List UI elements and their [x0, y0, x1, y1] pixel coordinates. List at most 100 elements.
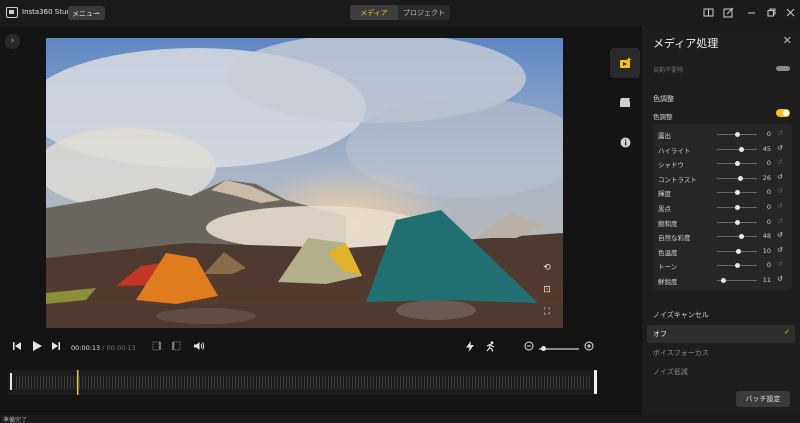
timeline-frame-tick — [325, 376, 326, 389]
adjustment-slider-handle[interactable] — [739, 146, 745, 152]
minimize-icon[interactable] — [746, 7, 757, 18]
timeline-start-handle[interactable] — [10, 373, 12, 390]
reset-icon[interactable]: ↺ — [777, 202, 783, 210]
reset-icon[interactable]: ↺ — [777, 275, 783, 283]
tab-project[interactable]: プロジェクト — [398, 5, 450, 20]
batch-settings-button[interactable]: バッチ設定 — [736, 391, 790, 407]
timeline-frame-tick — [448, 376, 449, 389]
timeline-frame-tick — [145, 376, 146, 389]
mark-out-icon[interactable] — [171, 341, 181, 356]
adjustment-slider-handle[interactable] — [734, 190, 740, 196]
run-icon[interactable] — [485, 341, 496, 357]
timeline-frame-tick — [34, 376, 35, 389]
adjustment-slider-handle[interactable] — [739, 234, 745, 240]
timeline-frame-tick — [229, 376, 230, 389]
timeline-frame-tick — [301, 376, 302, 389]
adjustment-slider-handle[interactable] — [720, 278, 726, 283]
timeline-frame-tick — [208, 376, 209, 389]
adjustment-slider-handle[interactable] — [734, 161, 740, 167]
volume-icon[interactable] — [193, 341, 205, 356]
timeline-frame-tick — [37, 376, 38, 389]
reset-icon[interactable]: ↺ — [777, 173, 783, 181]
timeline-frame-tick — [205, 376, 206, 389]
fullscreen-icon[interactable]: ⛶ — [541, 306, 553, 318]
adjustment-row: 自然な彩度 48 ↺ — [653, 229, 792, 244]
color-toggle[interactable] — [776, 109, 790, 117]
reset-icon[interactable]: ↺ — [777, 231, 783, 239]
media-preview[interactable]: ⟲ ⊡ ⛶ — [46, 38, 563, 328]
adjustment-slider[interactable] — [717, 148, 757, 150]
rotate-icon[interactable]: ⟲ — [541, 262, 553, 274]
adjustment-row: 露出 0 ↺ — [653, 127, 792, 142]
adjustment-slider-handle[interactable] — [734, 132, 740, 137]
reset-icon[interactable]: ↺ — [777, 246, 783, 254]
adjustment-slider-handle[interactable] — [734, 263, 740, 269]
timeline-frame-tick — [421, 376, 422, 389]
noise-option-reduction[interactable]: ノイズ低減 — [647, 363, 795, 381]
reset-icon[interactable]: ↺ — [777, 187, 783, 195]
flash-icon[interactable] — [465, 341, 475, 357]
skip-forward-icon[interactable] — [51, 341, 61, 356]
reset-icon[interactable]: ↺ — [777, 158, 783, 166]
book-icon[interactable] — [703, 7, 714, 18]
auto-remove-toggle[interactable] — [776, 66, 790, 71]
timeline[interactable] — [8, 370, 598, 395]
timeline-frame-tick — [31, 376, 32, 389]
adjustment-slider-handle[interactable] — [734, 219, 740, 225]
reset-icon[interactable]: ↺ — [777, 260, 783, 268]
timeline-frame-tick — [244, 376, 245, 389]
media-process-icon[interactable] — [610, 48, 640, 78]
timeline-frame-tick — [40, 376, 41, 389]
timeline-frame-tick — [232, 376, 233, 389]
timeline-frame-tick — [175, 376, 176, 389]
reset-icon[interactable]: ↺ — [777, 217, 783, 225]
zoom-slider-handle[interactable] — [540, 346, 546, 351]
adjustment-label: 輝度 — [658, 190, 671, 199]
mark-in-icon[interactable] — [152, 341, 162, 356]
timeline-frame-tick — [559, 376, 560, 389]
adjustment-slider-handle[interactable] — [734, 205, 740, 210]
timeline-frame-tick — [346, 376, 347, 389]
clip-icon[interactable] — [610, 87, 640, 117]
crop-icon[interactable]: ⊡ — [541, 284, 553, 296]
zoom-out-icon[interactable] — [524, 341, 535, 357]
timeline-frame-tick — [583, 376, 584, 389]
edit-icon[interactable] — [723, 7, 734, 18]
time-readout: 00:00:13 / 00:00:13 — [71, 344, 136, 352]
timeline-frame-tick — [430, 376, 431, 389]
adjustment-slider-handle[interactable] — [735, 248, 741, 254]
adjustment-slider[interactable] — [717, 236, 757, 238]
timeline-frame-tick — [253, 376, 254, 389]
timeline-frame-tick — [412, 376, 413, 389]
reset-icon[interactable]: ↺ — [777, 144, 783, 152]
noise-option-off[interactable]: オフ ✓ — [647, 325, 795, 343]
close-icon[interactable]: ✕ — [783, 34, 792, 47]
status-bar: 準備完了 — [0, 415, 800, 423]
timeline-frame-tick — [43, 376, 44, 389]
timeline-frame-tick — [190, 376, 191, 389]
adjustment-slider-handle[interactable] — [737, 175, 743, 181]
reset-icon[interactable]: ↺ — [777, 129, 783, 137]
tab-media[interactable]: メディア — [350, 5, 398, 20]
noise-section-title: ノイズキャンセル — [653, 311, 709, 319]
close-window-icon[interactable] — [785, 7, 796, 18]
timeline-frame-tick — [319, 376, 320, 389]
timeline-frame-tick — [118, 376, 119, 389]
timeline-frame-tick — [454, 376, 455, 389]
timeline-frame-tick — [445, 376, 446, 389]
zoom-in-icon[interactable] — [584, 341, 595, 357]
timeline-frame-tick — [505, 376, 506, 389]
timeline-playhead[interactable] — [77, 370, 79, 395]
timeline-frame-tick — [487, 376, 488, 389]
expand-sidebar-button[interactable]: › — [5, 34, 20, 49]
noise-option-voice-focus[interactable]: ボイスフォーカス — [647, 344, 795, 362]
menu-dropdown[interactable]: メニュー ⌄ — [68, 6, 105, 20]
info-icon[interactable] — [610, 127, 640, 157]
play-icon[interactable] — [32, 341, 42, 356]
adjustment-value: 0 — [766, 217, 771, 226]
adjustment-value: 0 — [766, 203, 771, 211]
timeline-frame-tick — [115, 376, 116, 389]
timeline-end-handle[interactable] — [594, 370, 597, 394]
skip-back-icon[interactable] — [12, 341, 22, 356]
restore-icon[interactable] — [766, 7, 777, 18]
